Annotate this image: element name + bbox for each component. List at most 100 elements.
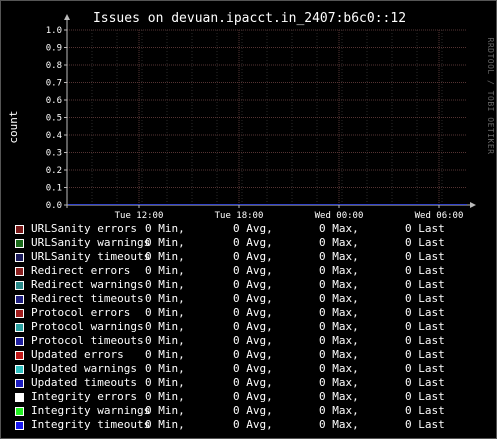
- y-tick-label: 1.0: [46, 26, 62, 36]
- legend-last-value: 0 Last: [405, 250, 445, 263]
- legend-min-value: 0 Min,: [145, 418, 185, 431]
- legend-max-value: 0 Max,: [319, 292, 359, 305]
- legend-swatch: [15, 407, 24, 416]
- legend-max-value: 0 Max,: [319, 306, 359, 319]
- legend-swatch: [15, 351, 24, 360]
- legend-avg-value: 0 Avg,: [233, 250, 273, 263]
- legend-last-value: 0 Last: [405, 348, 445, 361]
- legend-series-name: Protocol errors: [31, 306, 131, 319]
- legend-avg-value: 0 Avg,: [233, 404, 273, 417]
- legend-series-name: Redirect timeouts: [31, 292, 144, 305]
- legend-swatch: [15, 239, 24, 248]
- y-tick-label: 0.5: [46, 114, 62, 124]
- legend-min-value: 0 Min,: [145, 376, 185, 389]
- legend-series-name: Integrity errors: [31, 390, 137, 403]
- legend-avg-value: 0 Avg,: [233, 334, 273, 347]
- legend-max-value: 0 Max,: [319, 404, 359, 417]
- legend-max-value: 0 Max,: [319, 390, 359, 403]
- legend-item: Redirect errors 0 Min, 0 Avg, 0 Max, 0 Last: [15, 264, 495, 278]
- legend-last-value: 0 Last: [405, 264, 445, 277]
- legend-series-name: Integrity timeouts: [31, 418, 151, 431]
- x-tick-label: Tue 12:00: [115, 211, 164, 221]
- legend-last-value: 0 Last: [405, 320, 445, 333]
- legend-swatch: [15, 379, 24, 388]
- legend-swatch: [15, 225, 24, 234]
- legend-avg-value: 0 Avg,: [233, 348, 273, 361]
- legend-swatch: [15, 337, 24, 346]
- graph-frame: Issues on devuan.ipacct.in_2407:b6c0::12…: [0, 0, 497, 439]
- y-tick-label: 0.2: [46, 166, 62, 176]
- legend-last-value: 0 Last: [405, 222, 445, 235]
- legend-avg-value: 0 Avg,: [233, 236, 273, 249]
- legend-avg-value: 0 Avg,: [233, 306, 273, 319]
- legend-swatch: [15, 253, 24, 262]
- y-tick-label: 0.9: [46, 44, 62, 54]
- y-tick-label: 0.7: [46, 79, 62, 89]
- legend-max-value: 0 Max,: [319, 334, 359, 347]
- legend-avg-value: 0 Avg,: [233, 222, 273, 235]
- legend-last-value: 0 Last: [405, 292, 445, 305]
- legend-item: URLSanity errors 0 Min, 0 Avg, 0 Max, 0 Last: [15, 222, 495, 236]
- y-tick-label: 0.3: [46, 149, 62, 159]
- legend-min-value: 0 Min,: [145, 390, 185, 403]
- legend-swatch: [15, 267, 24, 276]
- legend-item: Protocol warnings 0 Min, 0 Avg, 0 Max, 0 Las…: [15, 320, 495, 334]
- legend-avg-value: 0 Avg,: [233, 264, 273, 277]
- legend-avg-value: 0 Avg,: [233, 390, 273, 403]
- legend-max-value: 0 Max,: [319, 264, 359, 277]
- legend-last-value: 0 Last: [405, 362, 445, 375]
- legend-min-value: 0 Min,: [145, 348, 185, 361]
- plot-area: 0.0 0.1 0.2 0.3 0.4 0.5 0.6 0.7 0.8 0.9 1.0 Tue 12:…: [46, 14, 476, 221]
- legend-swatch: [15, 393, 24, 402]
- legend-swatch: [15, 281, 24, 290]
- legend-series-name: Integrity warnings: [31, 404, 151, 417]
- legend-avg-value: 0 Avg,: [233, 362, 273, 375]
- legend-item: Redirect warnings 0 Min, 0 Avg, 0 Max, 0 Las…: [15, 278, 495, 292]
- legend: URLSanity errors 0 Min, 0 Avg, 0 Max, 0 Last…: [15, 222, 495, 432]
- legend-item: Updated warnings 0 Min, 0 Avg, 0 Max, 0 Last: [15, 362, 495, 376]
- x-axis-arrow: [470, 202, 476, 208]
- legend-series-name: URLSanity warnings: [31, 236, 151, 249]
- legend-last-value: 0 Last: [405, 334, 445, 347]
- legend-item: Integrity warnings 0 Min, 0 Avg, 0 Max, 0 La…: [15, 404, 495, 418]
- legend-min-value: 0 Min,: [145, 292, 185, 305]
- y-tick-label: 0.4: [46, 131, 62, 141]
- y-tick-label: 0.1: [46, 184, 62, 194]
- legend-max-value: 0 Max,: [319, 278, 359, 291]
- legend-swatch: [15, 323, 24, 332]
- legend-max-value: 0 Max,: [319, 348, 359, 361]
- legend-item: Updated errors 0 Min, 0 Avg, 0 Max, 0 Last: [15, 348, 495, 362]
- legend-max-value: 0 Max,: [319, 236, 359, 249]
- legend-last-value: 0 Last: [405, 390, 445, 403]
- legend-item: Integrity timeouts 0 Min, 0 Avg, 0 Max, 0 La…: [15, 418, 495, 432]
- legend-avg-value: 0 Avg,: [233, 376, 273, 389]
- legend-swatch: [15, 365, 24, 374]
- legend-min-value: 0 Min,: [145, 320, 185, 333]
- legend-avg-value: 0 Avg,: [233, 292, 273, 305]
- legend-series-name: Redirect errors: [31, 264, 131, 277]
- legend-item: Protocol timeouts 0 Min, 0 Avg, 0 Max, 0 Las…: [15, 334, 495, 348]
- legend-item: Updated timeouts 0 Min, 0 Avg, 0 Max, 0 Last: [15, 376, 495, 390]
- legend-last-value: 0 Last: [405, 278, 445, 291]
- legend-avg-value: 0 Avg,: [233, 278, 273, 291]
- x-tick-label: Tue 18:00: [215, 211, 264, 221]
- legend-min-value: 0 Min,: [145, 334, 185, 347]
- legend-item: Redirect timeouts 0 Min, 0 Avg, 0 Max, 0 Las…: [15, 292, 495, 306]
- y-tick-label: 0.6: [46, 96, 62, 106]
- legend-series-name: Updated timeouts: [31, 376, 137, 389]
- legend-series-name: URLSanity errors: [31, 222, 137, 235]
- legend-avg-value: 0 Avg,: [233, 320, 273, 333]
- legend-series-name: Protocol timeouts: [31, 334, 144, 347]
- legend-max-value: 0 Max,: [319, 222, 359, 235]
- legend-min-value: 0 Min,: [145, 264, 185, 277]
- legend-last-value: 0 Last: [405, 376, 445, 389]
- legend-swatch: [15, 309, 24, 318]
- legend-item: Integrity errors 0 Min, 0 Avg, 0 Max, 0 Last: [15, 390, 495, 404]
- legend-min-value: 0 Min,: [145, 222, 185, 235]
- legend-max-value: 0 Max,: [319, 418, 359, 431]
- legend-avg-value: 0 Avg,: [233, 418, 273, 431]
- legend-min-value: 0 Min,: [145, 362, 185, 375]
- legend-max-value: 0 Max,: [319, 376, 359, 389]
- legend-min-value: 0 Min,: [145, 278, 185, 291]
- legend-series-name: Updated warnings: [31, 362, 137, 375]
